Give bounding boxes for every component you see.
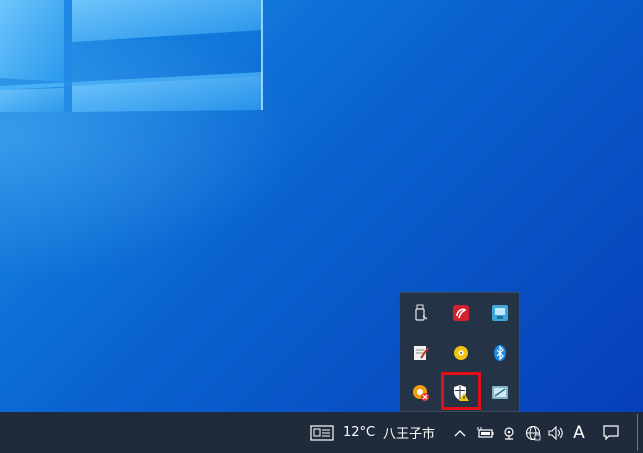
chevron-up-icon[interactable] <box>451 412 469 453</box>
notepad-icon[interactable] <box>407 339 435 367</box>
red-app-icon[interactable] <box>447 299 475 327</box>
display-settings-icon[interactable] <box>486 379 514 407</box>
show-desktop-divider[interactable] <box>637 414 638 451</box>
weather-temperature: 12°C <box>342 425 376 440</box>
battery-plugged-icon[interactable] <box>475 412 495 453</box>
network-globe-icon[interactable] <box>523 412 543 453</box>
ime-indicator: A <box>573 422 585 443</box>
news-and-interests-icon[interactable] <box>308 412 336 453</box>
notification-center-icon[interactable] <box>600 412 622 453</box>
ime-indicator-button[interactable]: A <box>568 412 590 453</box>
network-monitor-icon[interactable] <box>486 299 514 327</box>
weather-location: 八王子市 <box>382 427 435 442</box>
volume-icon[interactable] <box>546 412 566 453</box>
disc-drive-icon[interactable] <box>447 339 475 367</box>
desktop-wallpaper <box>0 0 643 412</box>
usb-drive-icon[interactable] <box>407 299 435 327</box>
orange-app-error-icon[interactable] <box>407 379 435 407</box>
meeting-camera-icon[interactable] <box>500 412 518 453</box>
weather-widget[interactable]: 12°C <box>342 412 376 453</box>
windows-logo-wallpaper <box>0 0 263 112</box>
taskbar: 12°C 八王子市 A <box>0 412 643 453</box>
bluetooth-icon[interactable] <box>486 339 514 367</box>
weather-location-button[interactable]: 八王子市 <box>379 412 439 453</box>
highlight-box <box>441 372 481 410</box>
